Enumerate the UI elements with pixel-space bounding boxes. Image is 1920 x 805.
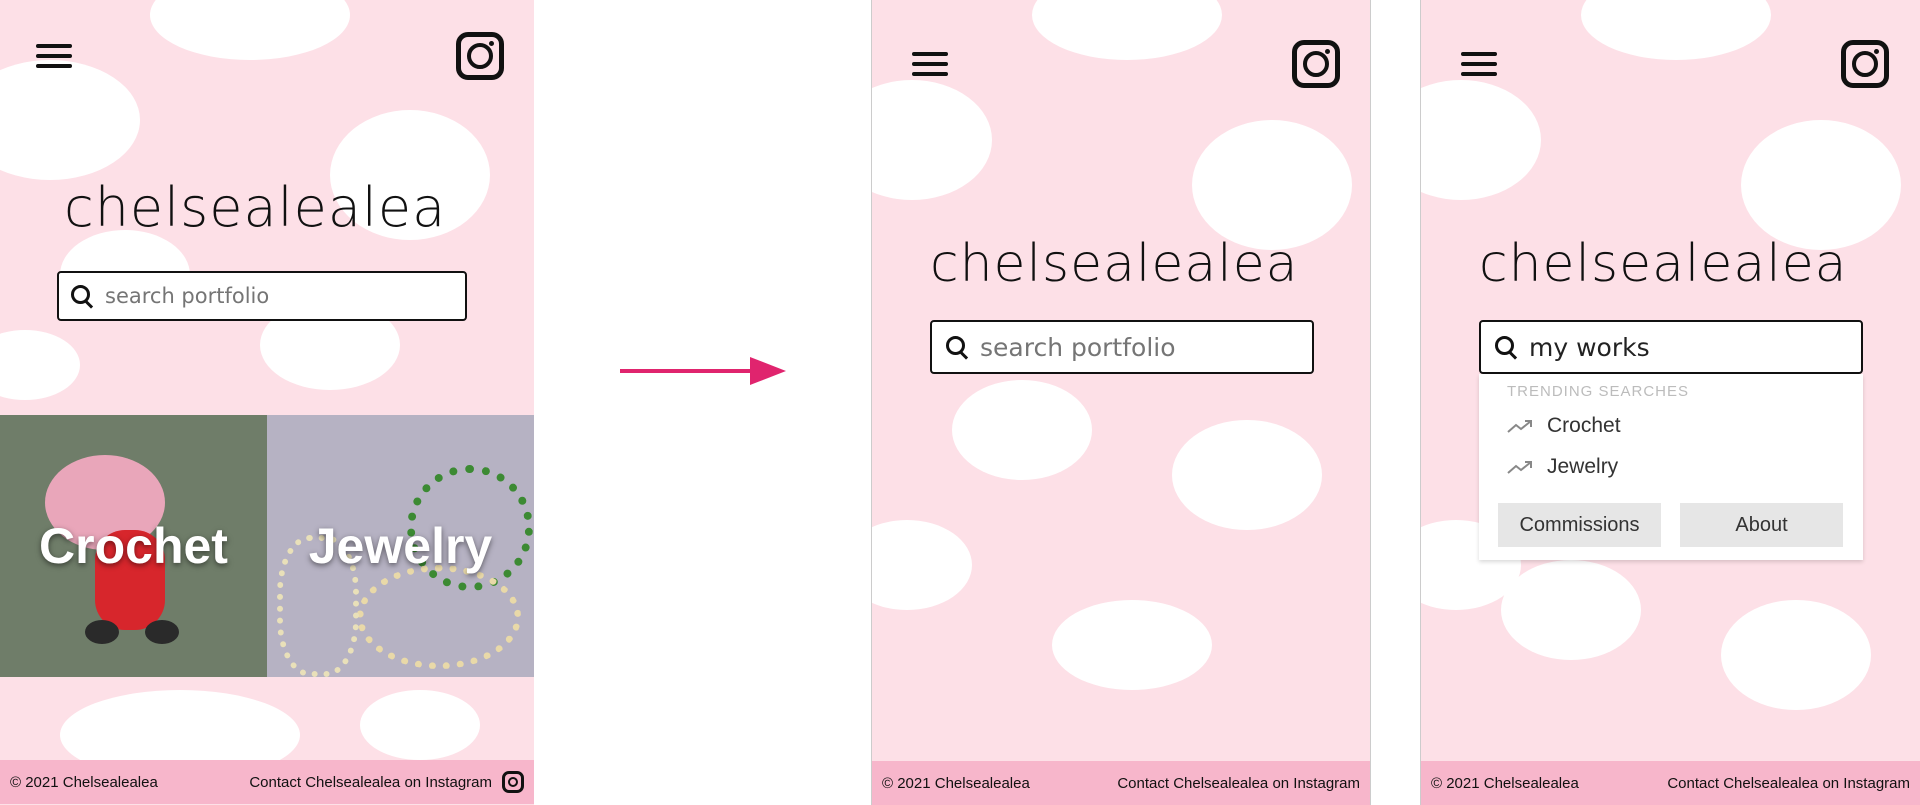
search-input[interactable] — [978, 331, 1275, 363]
brand-title: chelsealealea — [930, 234, 1299, 294]
instagram-icon[interactable] — [1292, 40, 1340, 88]
search-input[interactable] — [103, 283, 423, 309]
footer: © 2021 Chelsealealea Contact Chelsealeal… — [872, 761, 1370, 805]
category-tile-crochet[interactable]: Crochet — [0, 415, 267, 677]
instagram-icon[interactable] — [1841, 40, 1889, 88]
trending-icon — [1507, 420, 1532, 433]
cow-pattern-background — [872, 0, 1370, 805]
footer-contact-link[interactable]: Contact Chelsealealea on Instagram — [249, 774, 492, 791]
search-box[interactable] — [1479, 320, 1863, 374]
search-box[interactable] — [57, 271, 467, 321]
trending-item-jewelry[interactable]: Jewelry — [1507, 455, 1618, 479]
trending-item-label: Jewelry — [1547, 455, 1619, 478]
phone-screen-original: chelsealealea Crochet Jewelry © 2021 Che… — [0, 0, 534, 805]
trending-item-crochet[interactable]: Crochet — [1507, 414, 1621, 438]
footer-copyright: © 2021 Chelsealealea — [882, 774, 1030, 792]
footer-contact-link[interactable]: Contact Chelsealealea on Instagram — [1667, 775, 1910, 792]
search-icon — [946, 336, 968, 358]
hamburger-menu-icon[interactable] — [36, 38, 72, 74]
search-icon — [71, 285, 93, 307]
trending-icon — [1507, 461, 1532, 474]
hamburger-menu-icon[interactable] — [1461, 46, 1497, 82]
footer-contact-link[interactable]: Contact Chelsealealea on Instagram — [1117, 775, 1360, 792]
footer: © 2021 Chelsealealea Contact Chelsealeal… — [1421, 761, 1920, 805]
brand-title: chelsealealea — [1479, 234, 1848, 294]
search-input[interactable] — [1527, 331, 1824, 363]
brand-title: chelsealealea — [64, 176, 447, 239]
phone-screen-redesign: chelsealealea © 2021 Chelsealealea Conta… — [871, 0, 1371, 805]
search-suggestions-dropdown: TRENDING SEARCHES Crochet Jewelry Commis… — [1479, 374, 1863, 560]
trending-searches-heading: TRENDING SEARCHES — [1507, 383, 1690, 400]
instagram-icon[interactable] — [456, 32, 504, 80]
footer-copyright: © 2021 Chelsealealea — [10, 773, 158, 791]
footer-copyright: © 2021 Chelsealealea — [1431, 774, 1579, 792]
footer-instagram-icon[interactable] — [502, 771, 524, 793]
phone-screen-search-active: chelsealealea TRENDING SEARCHES Crochet … — [1420, 0, 1920, 805]
search-icon — [1495, 336, 1517, 358]
category-label-jewelry: Jewelry — [308, 518, 493, 574]
category-tile-jewelry[interactable]: Jewelry — [267, 415, 534, 677]
hamburger-menu-icon[interactable] — [912, 46, 948, 82]
cow-pattern-background — [0, 0, 534, 805]
commissions-button[interactable]: Commissions — [1498, 503, 1661, 547]
category-label-crochet: Crochet — [39, 518, 228, 574]
about-button[interactable]: About — [1680, 503, 1843, 547]
search-box[interactable] — [930, 320, 1314, 374]
trending-item-label: Crochet — [1547, 414, 1621, 437]
footer: © 2021 Chelsealealea Contact Chelsealeal… — [0, 760, 534, 804]
